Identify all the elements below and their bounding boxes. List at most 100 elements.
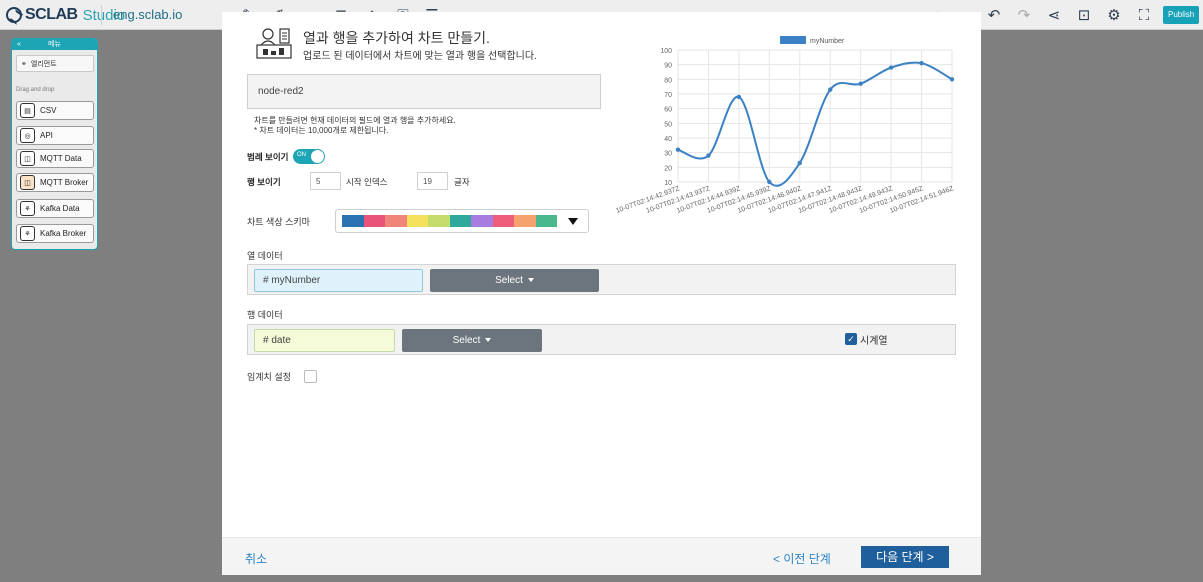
color-swatch xyxy=(449,215,471,227)
legend-label: myNumber xyxy=(810,38,845,45)
palette-item-label: Kafka Broker xyxy=(40,229,87,238)
fullscreen-icon[interactable]: ⛶ xyxy=(1134,5,1154,25)
next-step-button[interactable]: 다음 단계 > xyxy=(861,546,949,568)
rows-input[interactable] xyxy=(310,172,341,190)
color-scheme-select[interactable] xyxy=(335,209,589,233)
redo-icon[interactable]: ↷ xyxy=(1014,5,1034,25)
mqtt-icon: ◫ xyxy=(20,151,35,166)
color-swatch xyxy=(471,215,493,227)
palette-item-mqtt-data[interactable]: ◫ MQTT Data xyxy=(16,149,94,168)
logo-mark-icon xyxy=(6,7,22,23)
kafka-icon: ⚘ xyxy=(20,201,35,216)
select-label: Select xyxy=(452,335,481,346)
data-point xyxy=(767,179,772,185)
timeseries-label: 시계열 xyxy=(860,336,888,347)
row-field-chip[interactable]: # date xyxy=(254,329,395,352)
data-point xyxy=(736,94,742,100)
palette-item-kafka-data[interactable]: ⚘ Kafka Data xyxy=(16,199,94,218)
column-data-label: 열 데이터 xyxy=(247,251,283,261)
chart-wizard-modal: 열과 행을 추가하여 차트 만들기. 업로드 된 데이터에서 차트에 맞는 열과… xyxy=(222,12,981,575)
color-swatches xyxy=(342,215,557,227)
y-tick-label: 100 xyxy=(660,48,672,55)
publish-button[interactable]: Publish xyxy=(1163,6,1200,24)
start-index-input[interactable] xyxy=(417,172,448,190)
gear-icon[interactable]: ⚙ xyxy=(1104,5,1124,25)
color-swatch xyxy=(492,215,514,227)
caret-down-icon xyxy=(527,278,534,283)
modal-footer: 취소 < 이전 단계 다음 단계 > xyxy=(222,537,981,575)
palette-item-label: MQTT Broker xyxy=(40,178,89,187)
api-icon: ◎ xyxy=(20,128,35,143)
threshold-checkbox[interactable] xyxy=(304,370,317,383)
toggle-knob xyxy=(311,150,324,163)
cancel-button[interactable]: 취소 xyxy=(245,550,267,567)
palette-item-label: API xyxy=(40,131,53,140)
mqtt-broker-icon: ◫ xyxy=(20,175,35,190)
element-palette: « 메뉴 ⚭ 엘리먼트 Drag and drop ▤ CSV ◎ API ◫ … xyxy=(11,38,98,250)
y-tick-label: 60 xyxy=(664,107,672,114)
palette-item-label: CSV xyxy=(40,106,57,115)
data-point xyxy=(858,81,863,86)
logo-text: SCLAB xyxy=(25,6,78,23)
app-logo[interactable]: SCLAB Studio xyxy=(6,6,125,24)
data-point xyxy=(797,160,802,166)
undo-icon[interactable]: ↶ xyxy=(984,5,1004,25)
elements-icon: ⚭ xyxy=(21,60,27,68)
color-swatch xyxy=(514,215,536,227)
palette-item-mqtt-broker[interactable]: ◫ MQTT Broker xyxy=(16,173,94,192)
data-point xyxy=(919,61,924,66)
data-point xyxy=(675,147,681,152)
palette-item-label: Kafka Data xyxy=(40,204,80,213)
timeseries-checkbox[interactable]: ✓ xyxy=(845,333,857,345)
prev-step-button[interactable]: < 이전 단계 xyxy=(773,550,831,567)
dataset-name-box: node-red2 xyxy=(247,74,601,109)
y-tick-label: 70 xyxy=(664,92,672,99)
chart-preview: 10203040506070809010010-07T02:14:42.937Z… xyxy=(615,36,955,215)
legend-swatch xyxy=(780,36,806,44)
color-scheme-label: 차트 색상 스키마 xyxy=(247,217,310,227)
divider xyxy=(101,5,102,25)
row-select-button[interactable]: Select xyxy=(402,329,542,352)
palette-title: 메뉴 xyxy=(48,41,61,48)
y-tick-label: 50 xyxy=(664,121,672,128)
y-tick-label: 90 xyxy=(664,63,672,70)
data-point xyxy=(828,87,833,92)
column-data-box: # myNumber Select xyxy=(247,264,956,295)
collapse-icon[interactable]: « xyxy=(17,39,21,50)
legend-toggle-label: 범례 보이기 xyxy=(247,152,289,162)
csv-icon: ▤ xyxy=(20,103,35,118)
palette-item-label: MQTT Data xyxy=(40,154,82,163)
legend-toggle[interactable]: ON xyxy=(293,149,325,164)
lock-icon[interactable]: ⊡ xyxy=(1074,5,1094,25)
column-select-button[interactable]: Select xyxy=(430,269,599,292)
y-tick-label: 30 xyxy=(664,151,672,158)
palette-element-label: 엘리먼트 xyxy=(30,60,57,68)
row-data-box: # date Select ✓ 시계열 xyxy=(247,324,956,355)
color-swatch xyxy=(428,215,450,227)
color-swatch xyxy=(406,215,428,227)
rows-label: 행 보이기 xyxy=(247,177,281,187)
color-swatch xyxy=(342,215,364,227)
color-swatch xyxy=(535,215,557,227)
share-icon[interactable]: ⋖ xyxy=(1044,5,1064,25)
chars-label: 글자 xyxy=(454,177,470,187)
palette-item-api[interactable]: ◎ API xyxy=(16,126,94,145)
column-field-chip[interactable]: # myNumber xyxy=(254,269,423,292)
palette-item-kafka-broker[interactable]: ⚘ Kafka Broker xyxy=(16,224,94,243)
color-swatch xyxy=(385,215,407,227)
threshold-label: 임계치 설정 xyxy=(247,372,291,382)
palette-header[interactable]: « 메뉴 xyxy=(12,39,97,50)
caret-down-icon xyxy=(485,338,492,343)
palette-element-item[interactable]: ⚭ 엘리먼트 xyxy=(16,55,94,72)
select-label: Select xyxy=(495,275,523,286)
palette-item-csv[interactable]: ▤ CSV xyxy=(16,101,94,120)
data-point xyxy=(888,65,894,70)
y-tick-label: 10 xyxy=(664,180,672,187)
kafka-broker-icon: ⚘ xyxy=(20,226,35,241)
modal-title: 열과 행을 추가하여 차트 만들기. xyxy=(303,30,490,46)
toggle-state: ON xyxy=(297,152,306,158)
modal-subtitle: 업로드 된 데이터에서 차트에 맞는 열과 행을 선택합니다. xyxy=(303,51,537,62)
row-data-label: 행 데이터 xyxy=(247,310,283,320)
color-swatch xyxy=(363,215,385,227)
start-index-label: 시작 인덱스 xyxy=(346,177,388,187)
